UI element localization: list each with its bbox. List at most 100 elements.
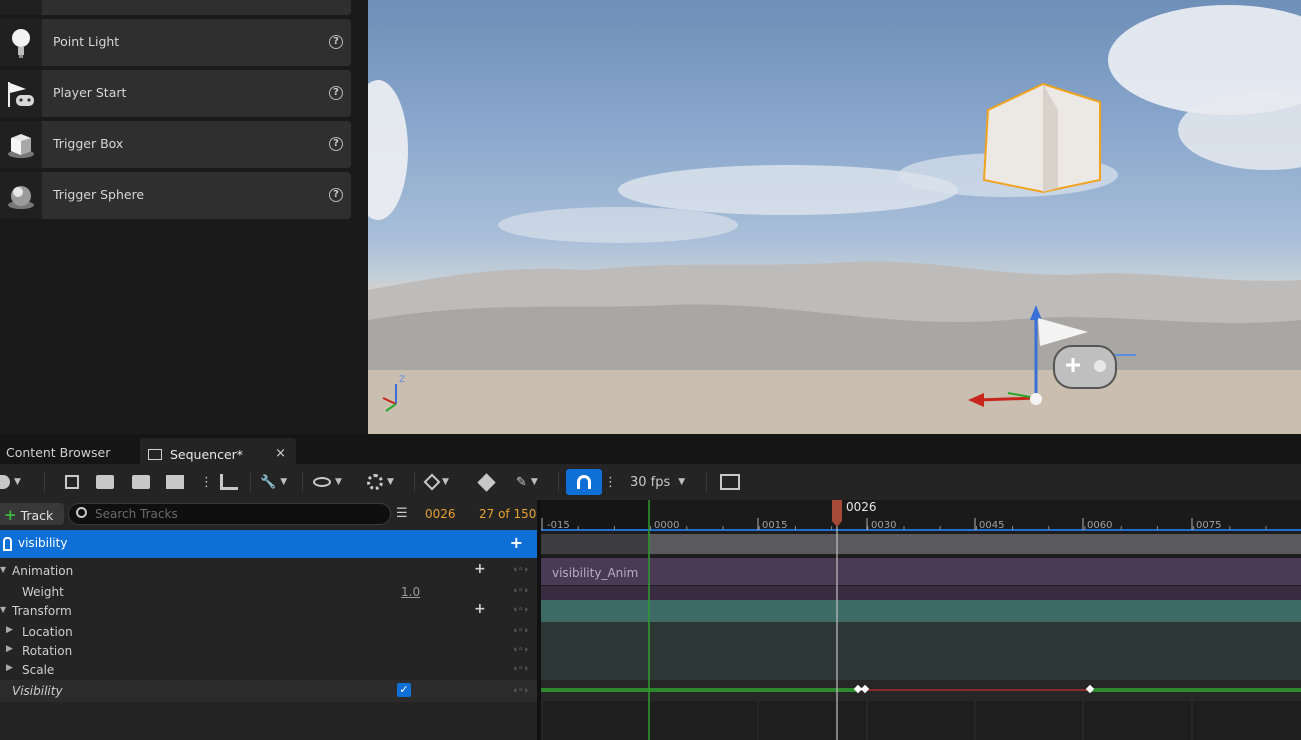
track-label: Location [22, 625, 73, 639]
key-interpolation-dropdown[interactable]: ▼ [423, 472, 449, 492]
add-icon[interactable]: + [474, 601, 486, 617]
tab-close-icon[interactable]: × [275, 446, 286, 461]
more-options-button[interactable]: ⋮ [200, 472, 213, 492]
track-row-scale[interactable]: ▶ Scale ‹◦› [0, 659, 537, 679]
ruler-label: 0000 [654, 520, 679, 531]
help-icon[interactable]: ? [329, 137, 343, 151]
render-movie-button[interactable] [166, 472, 184, 492]
clapperboard-icon [148, 449, 162, 460]
add-track-label: Track [20, 508, 54, 523]
filter-icon[interactable]: ☰ [396, 506, 408, 521]
plus-icon: + [4, 506, 17, 524]
track-row-animation[interactable]: ▼ Animation + ‹◦› [0, 560, 537, 580]
actor-item-trigger-box[interactable]: Trigger Box ? [0, 121, 351, 168]
actor-label: Player Start [53, 85, 127, 100]
save-sequence-button[interactable] [65, 472, 79, 492]
key-navigation-icon[interactable]: ‹◦› [513, 626, 529, 636]
actor-item-partial[interactable] [0, 0, 351, 15]
expand-arrow-icon: ▶ [6, 625, 13, 635]
expand-arrow-icon: ▶ [6, 644, 13, 654]
kebab-icon: ⋮ [200, 474, 213, 490]
tools-dropdown[interactable]: 🔧 ▼ [260, 472, 287, 492]
track-label: Rotation [22, 644, 73, 658]
track-row-transform[interactable]: ▼ Transform + ‹◦› [0, 600, 537, 620]
track-label: visibility [18, 536, 68, 550]
search-tracks-input[interactable]: Search Tracks [68, 503, 391, 525]
key-navigation-icon[interactable]: ‹◦› [513, 664, 529, 674]
track-row-root[interactable]: visibility + [0, 530, 537, 558]
ground-plane [368, 370, 1301, 434]
chevron-down-icon: ▼ [442, 477, 449, 487]
chevron-down-icon: ▼ [678, 477, 686, 487]
snap-toggle[interactable] [566, 469, 602, 495]
weight-value-field[interactable]: 1.0 [401, 585, 420, 599]
sequencer-timeline[interactable]: -015 0000 0015 0030 0045 0060 0075 visib… [541, 500, 1301, 740]
cloud [368, 80, 408, 220]
key-navigation-icon[interactable]: ‹◦› [513, 645, 529, 655]
fps-dropdown[interactable]: 30 fps ▼ [630, 472, 685, 492]
actions-button[interactable] [220, 472, 238, 492]
actor-label: Trigger Sphere [53, 187, 145, 202]
actor-thumb [0, 0, 42, 15]
edit-mode-dropdown[interactable]: ✎ ▼ [516, 472, 538, 492]
selected-cube[interactable] [982, 82, 1101, 194]
kebab-icon: ⋮ [604, 474, 617, 490]
key-navigation-icon[interactable]: ‹◦› [513, 586, 529, 596]
add-icon[interactable]: + [510, 533, 523, 552]
find-asset-button[interactable] [96, 472, 114, 492]
help-icon[interactable]: ? [329, 188, 343, 202]
track-outliner: + Track Search Tracks ☰ 0026 27 of 150 v… [0, 500, 537, 740]
playback-options-dropdown[interactable]: ▼ [367, 472, 394, 492]
point-light-icon [0, 19, 42, 66]
transform-section[interactable] [541, 600, 1301, 622]
chevron-down-icon: ▼ [14, 477, 21, 487]
chevron-down-icon: ▼ [387, 477, 394, 487]
tab-sequencer[interactable]: Sequencer* × [140, 438, 296, 464]
ruler-label: -015 [547, 520, 570, 531]
track-row-weight[interactable]: Weight 1.0 ‹◦› [0, 581, 537, 601]
add-icon[interactable]: + [474, 561, 486, 577]
tab-content-browser[interactable]: Content Browser [0, 438, 116, 464]
actor-item-player-start[interactable]: Player Start ? [0, 70, 351, 117]
fps-label: 30 fps [630, 474, 671, 490]
view-options-dropdown[interactable]: ▼ [313, 472, 342, 492]
track-label: Visibility [12, 684, 63, 698]
anim-section[interactable] [541, 558, 1301, 585]
visibility-checkbox[interactable]: ✓ [397, 683, 411, 697]
current-frame-field[interactable]: 0026 [425, 507, 456, 521]
track-label: Weight [22, 585, 64, 599]
axis-z-label: Z [399, 375, 406, 385]
track-label: Animation [12, 564, 74, 578]
pencil-icon: ✎ [516, 474, 527, 490]
auto-key-button[interactable] [477, 472, 496, 492]
clapperboard-icon [166, 475, 184, 489]
wrench-icon: 🔧 [260, 474, 277, 490]
track-row-rotation[interactable]: ▶ Rotation ‹◦› [0, 640, 537, 660]
actor-item-point-light[interactable]: Point Light ? [0, 19, 351, 66]
sequencer-toolbar: ▼ ⋮ 🔧 ▼ ▼ ▼ ▼ ✎ ▼ ⋮ 30 fps ▼ [0, 464, 1301, 500]
panel-tab-strip: Content Browser Sequencer* × [0, 434, 1301, 464]
snap-options-button[interactable]: ⋮ [604, 472, 617, 492]
track-row-visibility[interactable]: Visibility ✓ ‹◦› [0, 680, 537, 702]
key-navigation-icon[interactable]: ‹◦› [513, 565, 529, 575]
world-dropdown[interactable]: ▼ [0, 472, 21, 492]
help-icon[interactable]: ? [329, 86, 343, 100]
add-track-button[interactable]: + Track [0, 503, 64, 525]
key-auto-icon [477, 472, 496, 492]
playhead-label: 0026 [846, 500, 877, 514]
help-icon[interactable]: ? [329, 35, 343, 49]
player-start-icon [0, 70, 42, 117]
key-navigation-icon[interactable]: ‹◦› [513, 605, 529, 615]
track-row-location[interactable]: ▶ Location ‹◦› [0, 621, 537, 641]
track-label: Transform [12, 604, 72, 618]
key-navigation-icon[interactable]: ‹◦› [513, 686, 529, 696]
chevron-down-icon: ▼ [335, 477, 342, 487]
actor-item-trigger-sphere[interactable]: Trigger Sphere ? [0, 172, 351, 219]
create-camera-button[interactable] [132, 472, 150, 492]
curve-editor-button[interactable] [720, 472, 740, 492]
key-diamond-icon [423, 473, 441, 491]
camera-icon [132, 475, 150, 489]
root-track-lane[interactable] [541, 534, 1301, 554]
level-viewport[interactable]: Z [368, 0, 1301, 434]
expand-arrow-icon: ▶ [6, 663, 13, 673]
